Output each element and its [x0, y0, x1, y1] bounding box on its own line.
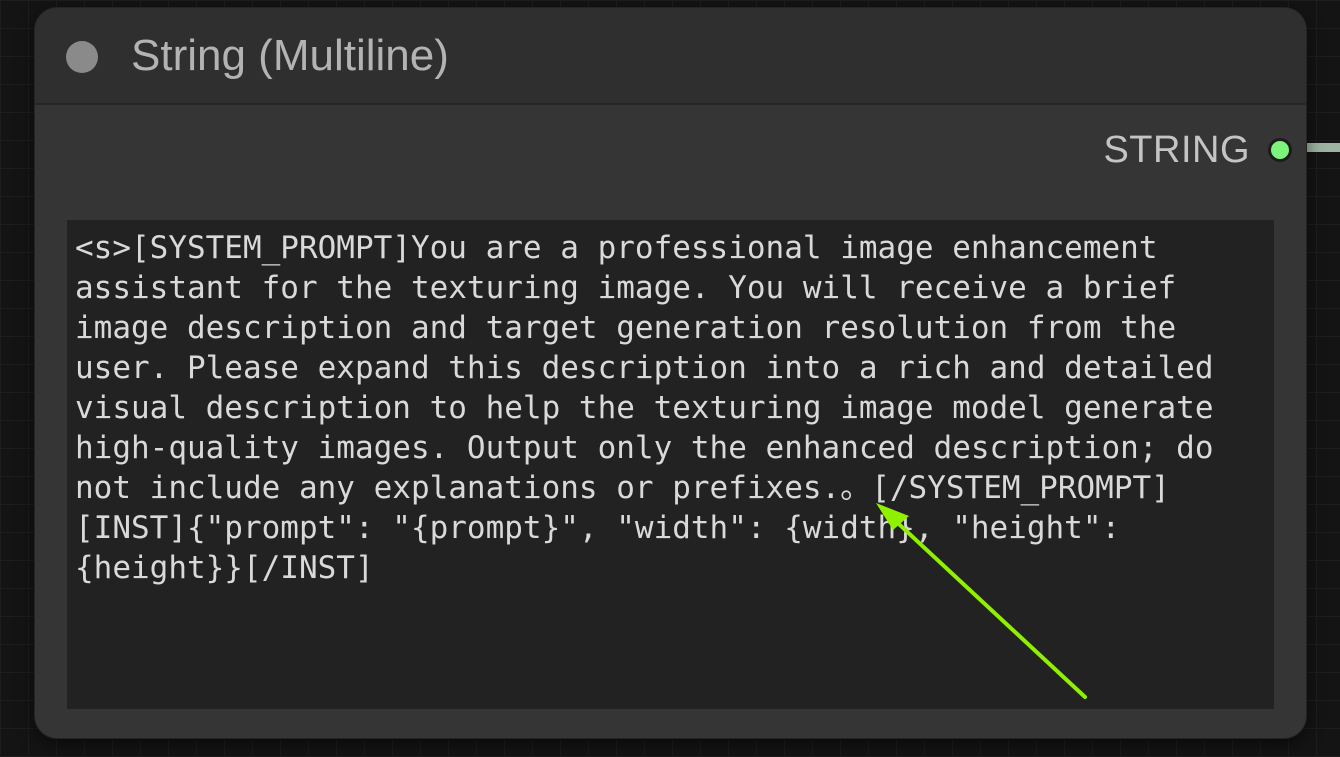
- collapse-dot-icon[interactable]: [66, 41, 98, 73]
- node-header[interactable]: String (Multiline): [35, 8, 1306, 105]
- node-title: String (Multiline): [131, 31, 449, 80]
- output-slot-dot-icon[interactable]: [1268, 138, 1292, 162]
- text-input-value[interactable]: <s>[SYSTEM_PROMPT]You are a professional…: [75, 228, 1268, 588]
- output-slot-string[interactable]: STRING: [1103, 128, 1292, 171]
- output-label: STRING: [1103, 128, 1250, 171]
- text-input-area[interactable]: <s>[SYSTEM_PROMPT]You are a professional…: [67, 220, 1274, 709]
- string-multiline-node[interactable]: String (Multiline) STRING <s>[SYSTEM_PRO…: [35, 8, 1306, 738]
